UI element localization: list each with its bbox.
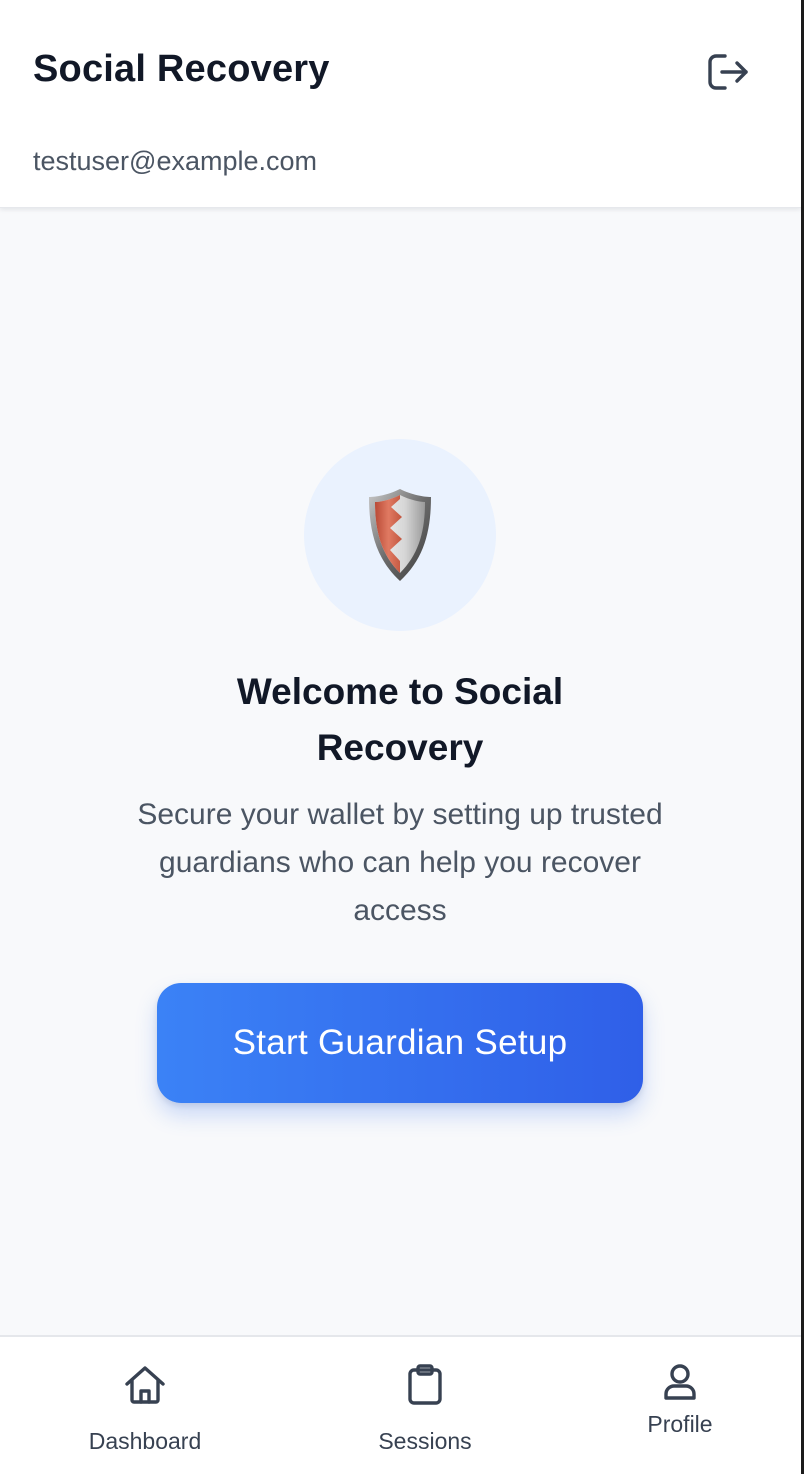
nav-label-dashboard: Dashboard <box>88 1428 202 1454</box>
nav-label-profile: Profile <box>647 1411 713 1437</box>
nav-label-sessions: Sessions <box>378 1428 472 1454</box>
welcome-subtitle: Secure your wallet by setting up trusted… <box>137 798 663 927</box>
logout-button[interactable] <box>700 48 756 96</box>
user-email: testuser@example.com <box>33 146 318 176</box>
bottom-nav: Dashboard Sessions Profile <box>0 1335 801 1474</box>
app-header: Social Recovery testuser@example.com <box>0 0 801 208</box>
main-content: Welcome to Social Recovery Secure your w… <box>0 209 801 1335</box>
shield-icon <box>369 489 431 581</box>
start-guardian-setup-button[interactable]: Start Guardian Setup <box>157 983 643 1103</box>
clipboard-icon <box>408 1364 442 1405</box>
logout-icon <box>708 54 748 90</box>
page-title: Social Recovery <box>33 48 330 90</box>
nav-item-dashboard[interactable]: Dashboard <box>70 1363 220 1455</box>
hero-badge <box>304 439 496 631</box>
home-icon <box>125 1366 165 1404</box>
nav-item-sessions[interactable]: Sessions <box>350 1363 500 1455</box>
app-frame: Social Recovery testuser@example.com Wel… <box>0 0 804 1474</box>
welcome-title: Welcome to Social Recovery <box>236 671 564 768</box>
user-icon <box>664 1364 696 1400</box>
nav-item-profile[interactable]: Profile <box>605 1363 755 1438</box>
